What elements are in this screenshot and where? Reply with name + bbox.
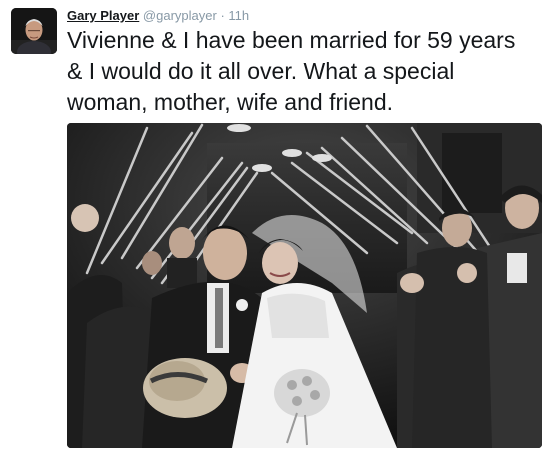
meta-separator: · <box>220 8 225 23</box>
tweet-header: Gary Player @garyplayer · 11h <box>67 8 249 24</box>
wedding-photo-icon <box>67 123 542 448</box>
tweet-media-photo[interactable] <box>67 123 542 448</box>
avatar-photo-icon <box>11 8 57 54</box>
tweet-timestamp-link[interactable]: 11h <box>228 8 249 23</box>
tweet-text: Vivienne & I have been married for 59 ye… <box>67 27 516 115</box>
author-name-link[interactable]: Gary Player <box>67 8 139 23</box>
author-handle[interactable]: @garyplayer <box>143 8 217 23</box>
tweet-card: Gary Player @garyplayer · 11h Vivienne &… <box>0 0 550 456</box>
author-avatar[interactable] <box>11 8 57 54</box>
